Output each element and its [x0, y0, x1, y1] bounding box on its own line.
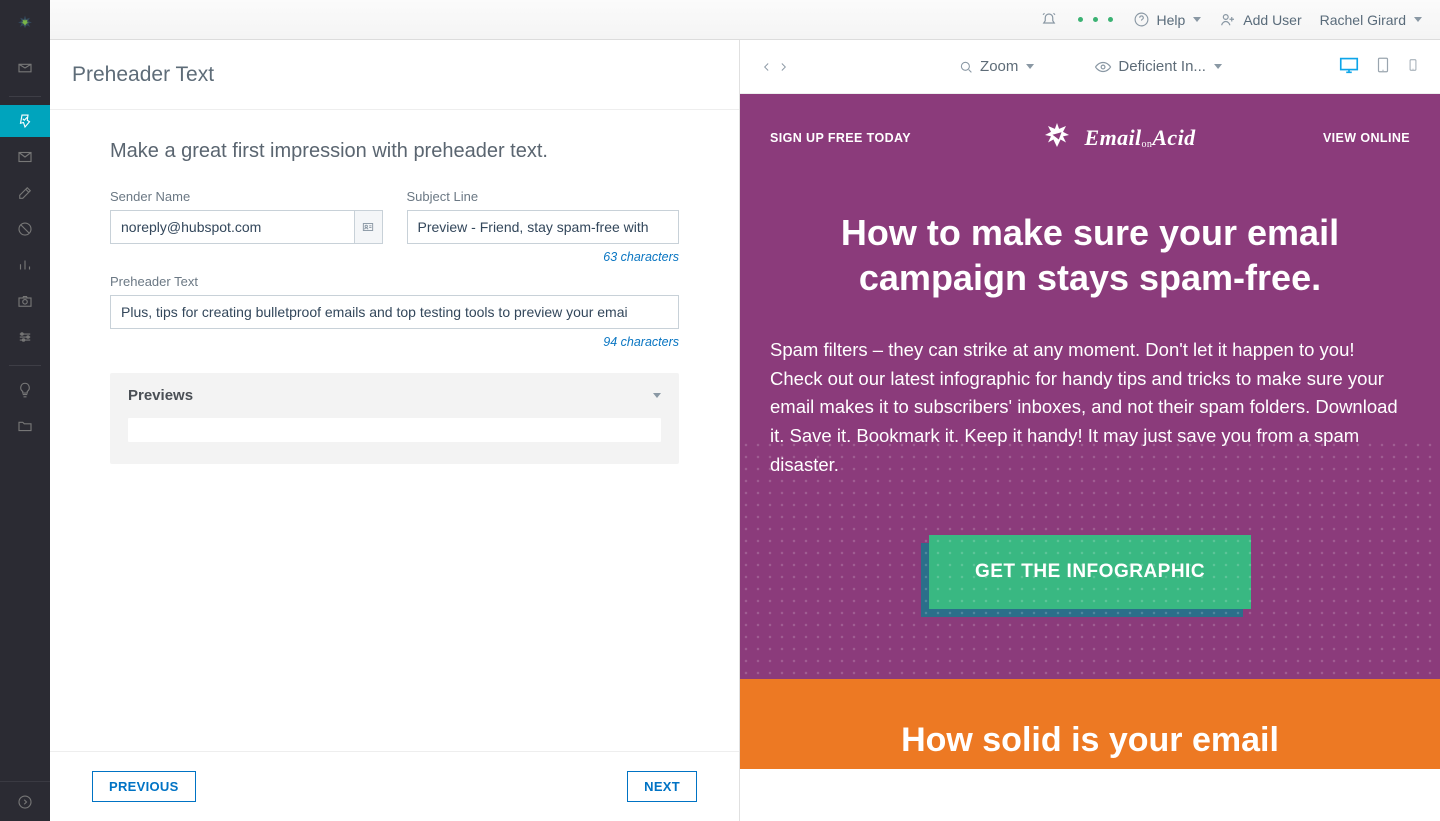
page-title: Preheader Text	[50, 40, 739, 110]
inbox-icon	[16, 59, 34, 77]
chevron-left-icon	[760, 60, 774, 74]
nav-divider	[9, 365, 41, 366]
brand-splat-icon	[1039, 120, 1075, 156]
nav-analytics[interactable]	[0, 249, 50, 281]
chevron-right-icon	[776, 60, 790, 74]
subject-line-label: Subject Line	[407, 189, 680, 204]
bar-chart-icon	[16, 256, 34, 274]
nav-camera[interactable]	[0, 285, 50, 317]
brand-logo: EmailonAcid	[1039, 120, 1196, 156]
email-headline: How to make sure your email campaign sta…	[770, 210, 1410, 300]
ribbon-check-icon	[16, 112, 34, 130]
editor-pane: Preheader Text Make a great first impres…	[50, 40, 740, 821]
preview-toolbar: Zoom Deficient In...	[740, 40, 1440, 94]
cta-button[interactable]: GET THE INFOGRAPHIC	[929, 535, 1251, 609]
nav-block[interactable]	[0, 213, 50, 245]
nav-edit[interactable]	[0, 177, 50, 209]
mail-icon	[16, 148, 34, 166]
side-nav	[0, 0, 50, 821]
editor-content: Make a great first impression with prehe…	[50, 110, 739, 751]
orange-headline: How solid is your email	[760, 721, 1420, 760]
next-button[interactable]: NEXT	[627, 771, 697, 802]
email-body: Spam filters – they can strike at any mo…	[770, 336, 1410, 479]
top-bar: Help Add User Rachel Girard	[0, 0, 1440, 40]
zoom-label: Zoom	[980, 58, 1018, 75]
preheader-char-count: 94 characters	[110, 335, 679, 349]
app-logo[interactable]	[0, 6, 50, 42]
previews-title: Previews	[128, 387, 193, 404]
more-menu[interactable]	[1076, 17, 1115, 22]
help-label: Help	[1156, 12, 1185, 28]
vision-label: Deficient In...	[1118, 58, 1206, 75]
previous-button[interactable]: PREVIOUS	[92, 771, 196, 802]
previews-panel: Previews	[110, 373, 679, 464]
chevron-down-icon	[1193, 17, 1201, 22]
chevron-down-icon	[1214, 64, 1222, 69]
search-icon	[958, 59, 974, 75]
sender-contact-chip[interactable]	[354, 211, 382, 243]
help-icon	[1133, 11, 1150, 28]
subject-char-count: 63 characters	[407, 250, 680, 264]
eye-icon	[1094, 58, 1112, 76]
lightbulb-icon	[16, 381, 34, 399]
folder-icon	[16, 417, 34, 435]
block-icon	[16, 220, 34, 238]
subject-line-input[interactable]	[407, 210, 680, 244]
chevron-down-icon	[1026, 64, 1034, 69]
notifications-button[interactable]	[1040, 11, 1058, 29]
desktop-icon	[1338, 54, 1360, 76]
sender-name-label: Sender Name	[110, 189, 383, 204]
device-mobile[interactable]	[1406, 56, 1420, 77]
signup-link[interactable]: SIGN UP FREE TODAY	[770, 131, 911, 145]
nav-expand[interactable]	[0, 781, 50, 821]
chevron-right-circle-icon	[16, 793, 34, 811]
previews-slot	[128, 418, 661, 442]
mobile-icon	[1406, 56, 1420, 74]
main-area: Preheader Text Make a great first impres…	[50, 40, 1440, 821]
chevron-down-icon	[1414, 17, 1422, 22]
alarm-icon	[1040, 11, 1058, 29]
chevron-down-icon	[653, 393, 661, 398]
tablet-icon	[1374, 56, 1392, 74]
id-card-icon	[361, 220, 375, 234]
vision-dropdown[interactable]: Deficient In...	[1094, 58, 1222, 76]
sender-name-input[interactable]	[110, 210, 383, 244]
username-label: Rachel Girard	[1320, 12, 1406, 28]
help-menu[interactable]: Help	[1133, 11, 1201, 28]
email-hero: SIGN UP FREE TODAY EmailonAcid VIEW ONLI…	[740, 94, 1440, 679]
preview-pane: Zoom Deficient In... SIGN UP	[740, 40, 1440, 821]
device-tablet[interactable]	[1374, 56, 1392, 77]
user-menu[interactable]: Rachel Girard	[1320, 12, 1422, 28]
nav-inbox[interactable]	[0, 52, 50, 84]
wizard-footer: PREVIOUS NEXT	[50, 751, 739, 821]
previews-toggle[interactable]: Previews	[128, 387, 661, 404]
email-preview-frame: SIGN UP FREE TODAY EmailonAcid VIEW ONLI…	[740, 94, 1440, 821]
add-user-button[interactable]: Add User	[1219, 11, 1301, 29]
nav-divider	[9, 96, 41, 97]
camera-icon	[16, 292, 34, 310]
page-intro: Make a great first impression with prehe…	[110, 140, 679, 163]
add-user-icon	[1219, 11, 1237, 29]
nav-ideas[interactable]	[0, 374, 50, 406]
nav-folder[interactable]	[0, 410, 50, 442]
email-section-orange: How solid is your email	[740, 679, 1440, 769]
code-toggle[interactable]	[760, 60, 790, 74]
view-online-link[interactable]: VIEW ONLINE	[1323, 131, 1410, 145]
zoom-dropdown[interactable]: Zoom	[958, 58, 1034, 75]
edit-icon	[16, 184, 34, 202]
device-desktop[interactable]	[1338, 54, 1360, 79]
splat-logo-icon	[16, 15, 34, 33]
nav-campaign-check[interactable]	[0, 105, 50, 137]
add-user-label: Add User	[1243, 12, 1301, 28]
sliders-icon	[16, 328, 34, 346]
nav-settings[interactable]	[0, 321, 50, 353]
nav-mail[interactable]	[0, 141, 50, 173]
preheader-text-input[interactable]	[110, 295, 679, 329]
preheader-text-label: Preheader Text	[110, 274, 679, 289]
